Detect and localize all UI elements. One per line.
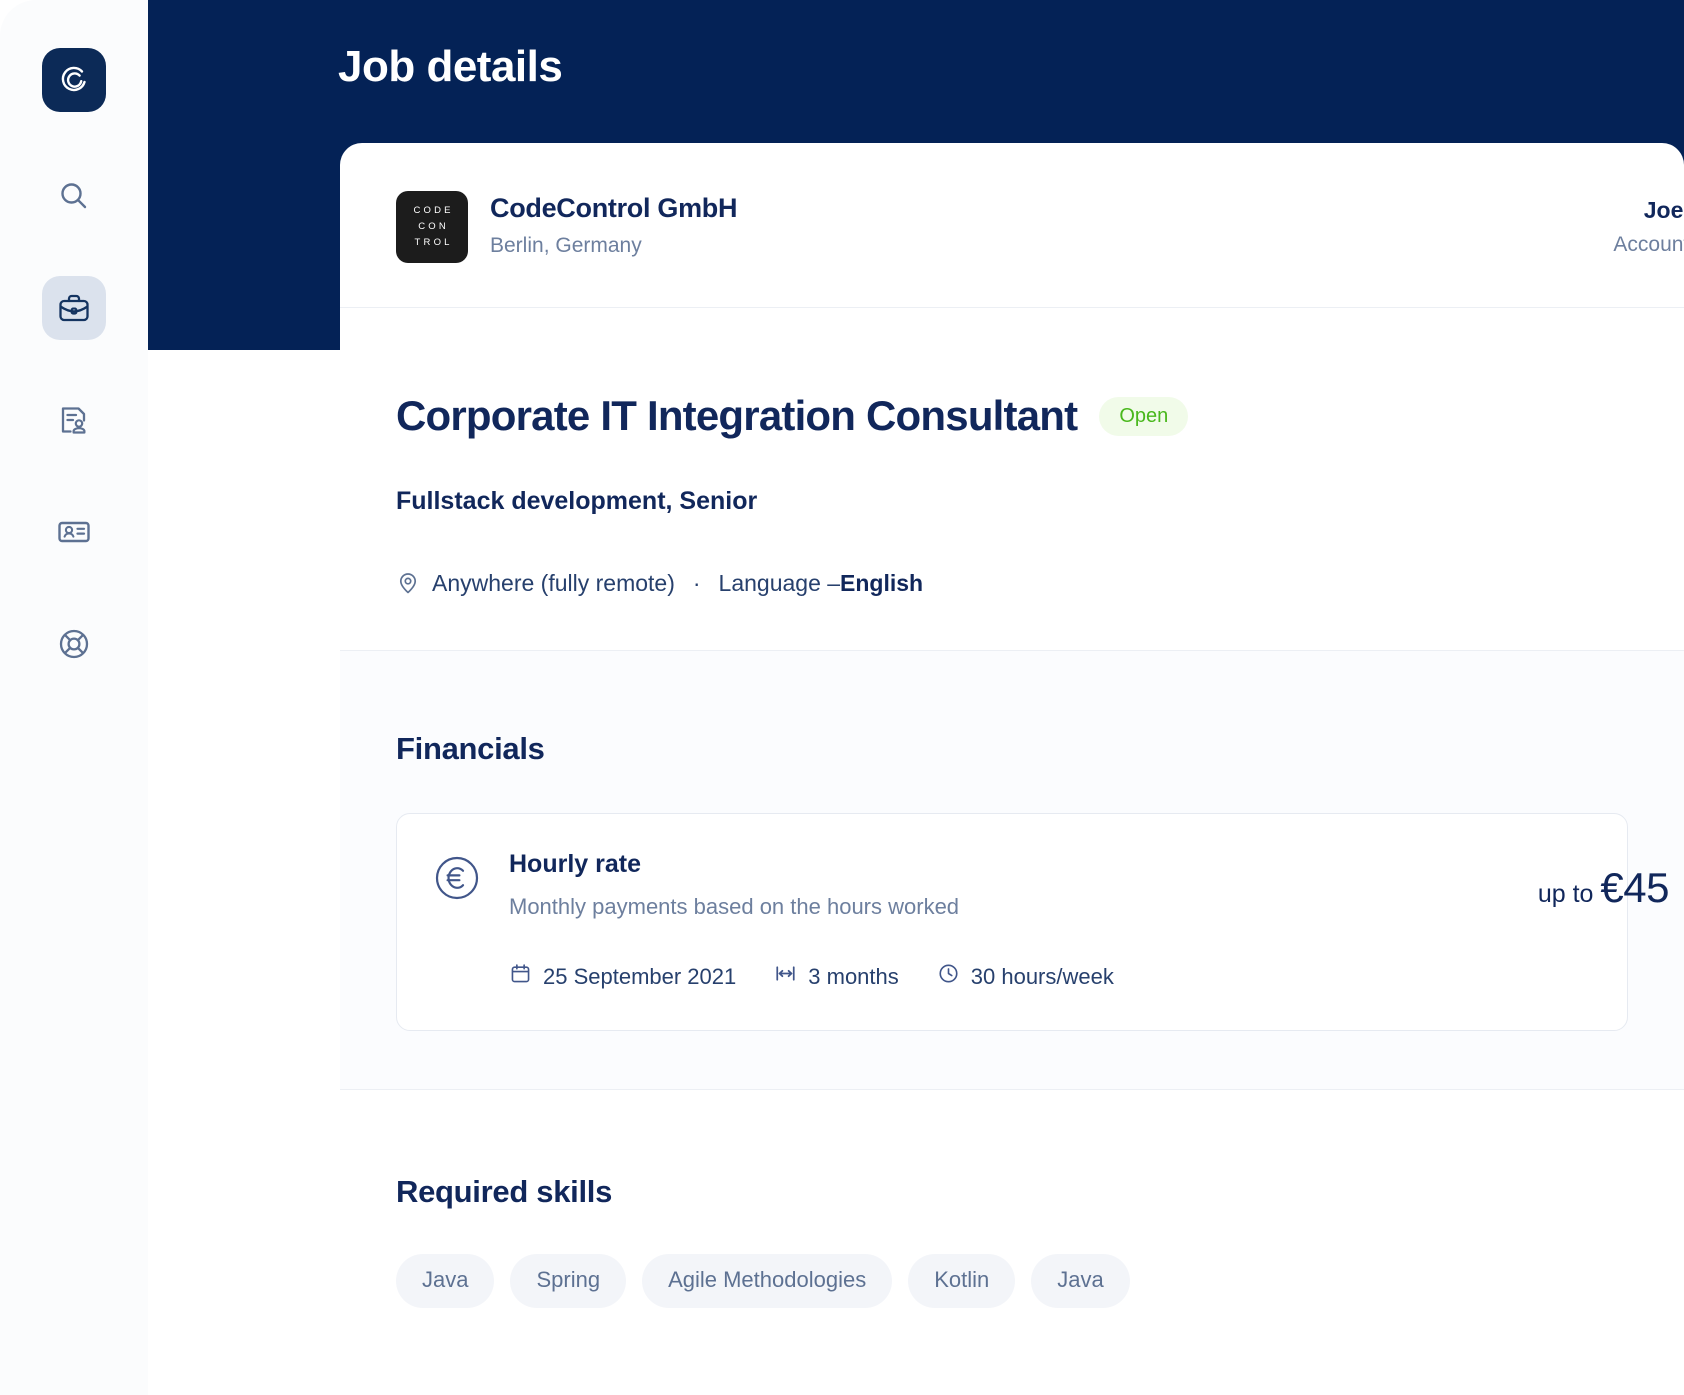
document-user-icon bbox=[55, 401, 93, 439]
location-pin-icon bbox=[396, 571, 420, 595]
rate-name: Hourly rate bbox=[509, 849, 641, 878]
clock-icon bbox=[937, 962, 960, 992]
company-info: CODE CON TROL CodeControl GmbH Berlin, G… bbox=[396, 191, 737, 263]
rate-duration: 3 months bbox=[774, 962, 899, 992]
logo-glyph bbox=[61, 66, 86, 92]
company-name: CodeControl GmbH bbox=[490, 193, 738, 223]
sidebar-item-profile[interactable] bbox=[42, 500, 106, 564]
company-logo: CODE CON TROL bbox=[396, 191, 468, 263]
job-language-label: Language – bbox=[718, 570, 841, 597]
company-text: CodeControl GmbH Berlin, Germany bbox=[490, 191, 737, 260]
rate-card-text: Hourly rate Monthly payments based on th… bbox=[509, 848, 1114, 992]
account-manager-name: Joe LeFevre bbox=[1643, 197, 1684, 223]
rate-amount-prefix: up to bbox=[1537, 879, 1601, 908]
sidebar-item-contracts[interactable] bbox=[42, 388, 106, 452]
sidebar-item-search[interactable] bbox=[42, 164, 106, 228]
job-subtitle: Fullstack development, Senior bbox=[396, 487, 758, 516]
job-title: Corporate IT Integration Consultant bbox=[396, 392, 1078, 440]
meta-separator: · bbox=[692, 570, 701, 597]
skill-pill[interactable]: Java bbox=[396, 1253, 495, 1308]
job-title-row: Corporate IT Integration Consultant Open bbox=[396, 362, 1628, 470]
rate-amount-value: €45 bbox=[1600, 863, 1669, 911]
skill-pill[interactable]: Kotlin bbox=[908, 1253, 1016, 1308]
lifebuoy-icon bbox=[55, 625, 93, 663]
hourly-rate-card[interactable]: Hourly rate Monthly payments based on th… bbox=[396, 812, 1669, 1031]
skill-pill[interactable]: Java bbox=[1031, 1253, 1130, 1308]
search-icon bbox=[54, 176, 94, 216]
rate-meta-row: 25 September 2021 3 months 30 hours/week bbox=[509, 962, 1114, 992]
company-header: CODE CON TROL CodeControl GmbH Berlin, G… bbox=[340, 143, 1684, 308]
company-logo-line-2: CON bbox=[418, 221, 449, 232]
sidebar-item-support[interactable] bbox=[42, 612, 106, 676]
skills-section: Required skills Java Spring Agile Method… bbox=[340, 1090, 1684, 1368]
skill-pill[interactable]: Agile Methodologies bbox=[642, 1253, 893, 1308]
financials-section: Financials Hourly rate Monthly payments … bbox=[340, 651, 1684, 1090]
rate-hours-value: 30 hours/week bbox=[970, 963, 1114, 989]
financials-title: Financials bbox=[396, 730, 545, 766]
account-manager: Joe LeFevre Account manager bbox=[1613, 191, 1684, 259]
briefcase-icon bbox=[55, 289, 93, 327]
duration-arrows-icon bbox=[774, 962, 797, 992]
app-window: Job details CODE CON TROL CodeControl Gm… bbox=[0, 0, 1684, 1395]
rate-start-date: 25 September 2021 bbox=[509, 962, 736, 992]
sidebar bbox=[0, 0, 148, 1395]
company-logo-line-3: TROL bbox=[414, 237, 453, 248]
job-summary: Corporate IT Integration Consultant Open… bbox=[340, 308, 1684, 652]
skills-title: Required skills bbox=[396, 1173, 613, 1209]
sidebar-item-jobs[interactable] bbox=[42, 276, 106, 340]
status-badge: Open bbox=[1099, 396, 1189, 436]
company-logo-line-1: CODE bbox=[413, 205, 454, 216]
rate-amount: up to €45 bbox=[1537, 848, 1670, 912]
app-root: Job details CODE CON TROL CodeControl Gm… bbox=[0, 0, 1684, 1395]
rate-start-date-value: 25 September 2021 bbox=[543, 963, 737, 989]
id-card-icon bbox=[55, 513, 93, 551]
rate-card-left: Hourly rate Monthly payments based on th… bbox=[431, 848, 1114, 992]
job-meta-row: Anywhere (fully remote) · Language – Eng… bbox=[396, 568, 1628, 598]
app-logo[interactable] bbox=[42, 48, 106, 112]
company-location: Berlin, Germany bbox=[490, 234, 642, 257]
sidebar-nav bbox=[42, 164, 106, 676]
rate-description: Monthly payments based on the hours work… bbox=[509, 893, 960, 919]
rate-hours: 30 hours/week bbox=[937, 962, 1114, 992]
rate-duration-value: 3 months bbox=[808, 963, 899, 989]
job-language-value: English bbox=[840, 570, 924, 597]
calendar-icon bbox=[509, 962, 532, 992]
skill-pill[interactable]: Spring bbox=[510, 1253, 627, 1308]
job-location: Anywhere (fully remote) bbox=[432, 570, 675, 597]
skill-list: Java Spring Agile Methodologies Kotlin J… bbox=[396, 1253, 1628, 1308]
job-details-card: CODE CON TROL CodeControl GmbH Berlin, G… bbox=[340, 143, 1684, 1395]
page-title: Job details bbox=[338, 42, 563, 91]
account-manager-role: Account manager bbox=[1613, 233, 1684, 256]
euro-circle-icon bbox=[431, 852, 483, 909]
